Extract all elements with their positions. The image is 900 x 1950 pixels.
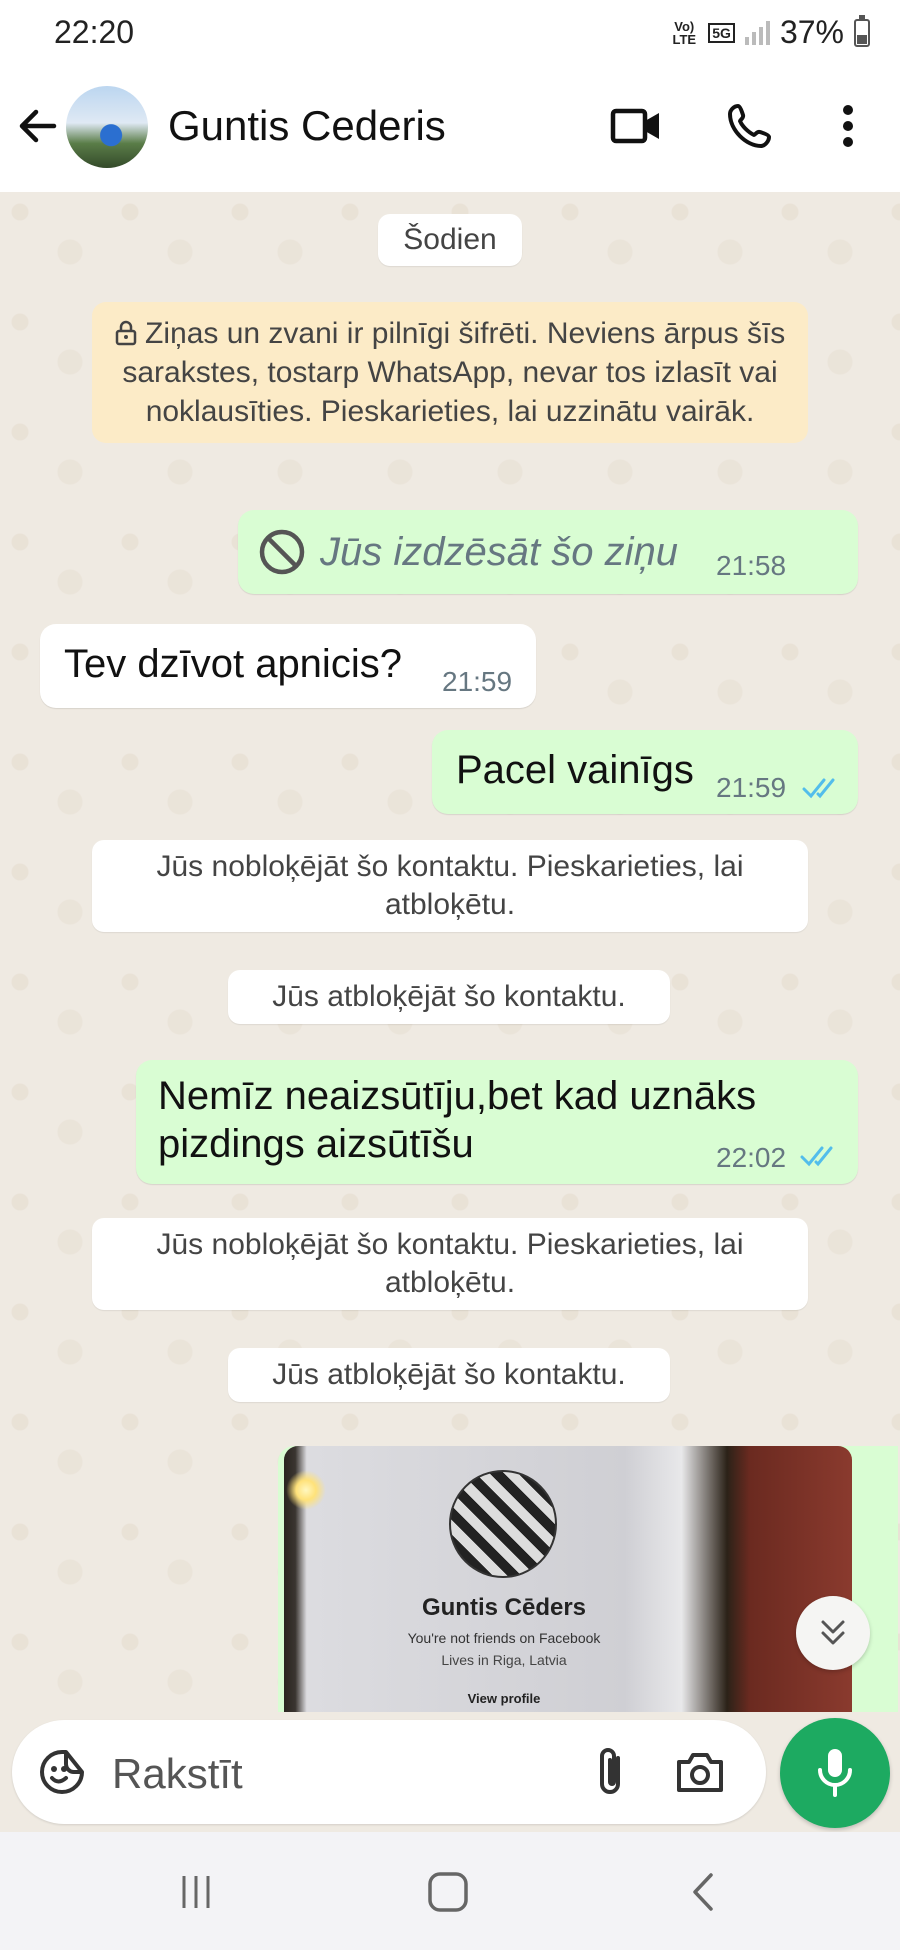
network-type-badge: 5G (708, 22, 735, 43)
status-bar: 22:20 Vo) LTE 5G 37% (0, 0, 900, 66)
message-time: 21:59 (716, 772, 787, 803)
status-time: 22:20 (54, 14, 135, 50)
signal-icon (744, 20, 770, 45)
message-input[interactable]: Rakstīt (12, 1720, 766, 1824)
message-bubble-incoming[interactable]: Tev dzīvot apnicis? 21:59 (40, 624, 536, 708)
message-time: 21:59 (442, 666, 513, 697)
message-input-placeholder[interactable]: Rakstīt (112, 1750, 243, 1798)
message-bubble-outgoing[interactable]: Nemīz neaizsūtīju,bet kad uznāks pizding… (136, 1060, 858, 1184)
message-text: Nemīz neaizsūtīju,bet kad uznāks pizding… (158, 1074, 757, 1166)
battery-icon (854, 14, 870, 47)
recent-apps-icon[interactable] (166, 1862, 226, 1922)
read-ticks-icon (800, 1144, 840, 1168)
microphone-icon (818, 1749, 852, 1797)
photo-line-location: Lives in Riga, Latvia (441, 1652, 567, 1668)
home-icon[interactable] (418, 1862, 478, 1922)
video-call-icon[interactable] (608, 98, 664, 154)
message-text: Pacel vainīgs (456, 748, 694, 792)
encryption-notice[interactable]: Ziņas un zvani ir pilnīgi šifrēti. Nevie… (92, 302, 808, 443)
attach-icon[interactable] (584, 1746, 636, 1798)
encryption-text: Ziņas un zvani ir pilnīgi šifrēti. Nevie… (122, 317, 786, 428)
system-notice-unblocked: Jūs atbloķējāt šo kontaktu. (228, 1348, 670, 1402)
phone-call-icon[interactable] (722, 98, 778, 154)
back-arrow-icon[interactable] (14, 102, 62, 150)
system-navigation-bar (0, 1832, 900, 1950)
photo-profile-picture (449, 1470, 557, 1578)
battery-percentage: 37% (779, 14, 844, 50)
date-label: Šodien (378, 214, 522, 266)
scroll-to-bottom-button[interactable] (796, 1596, 870, 1670)
photo-line-friends: You're not friends on Facebook (407, 1630, 601, 1646)
avatar[interactable] (66, 86, 148, 168)
double-chevron-down-icon (821, 1620, 845, 1645)
contact-name[interactable]: Guntis Cederis (168, 102, 446, 150)
chat-header: Guntis Cederis (0, 66, 900, 192)
more-options-icon[interactable] (820, 98, 876, 154)
message-time: 22:02 (716, 1142, 787, 1173)
sticker-icon[interactable] (36, 1746, 88, 1798)
image-message[interactable]: Guntis Cēders You're not friends on Face… (284, 1446, 852, 1712)
system-notice-blocked[interactable]: Jūs nobloķējāt šo kontaktu. Pieskarietie… (92, 1218, 808, 1310)
compose-bar: Rakstīt (0, 1712, 900, 1832)
system-notice-unblocked: Jūs atbloķējāt šo kontaktu. (228, 970, 670, 1024)
photo-line-view-profile: View profile (467, 1691, 541, 1706)
chat-area[interactable]: Šodien Ziņas un zvani ir pilnīgi šifrēti… (0, 192, 900, 1712)
voice-message-button[interactable] (780, 1718, 890, 1828)
photo-glare (286, 1470, 326, 1510)
back-nav-icon[interactable] (672, 1862, 732, 1922)
read-ticks-icon (802, 776, 842, 800)
message-bubble-outgoing[interactable]: Pacel vainīgs 21:59 (432, 730, 858, 814)
message-text: Tev dzīvot apnicis? (64, 642, 402, 686)
deleted-icon (258, 528, 306, 581)
photo-profile-name: Guntis Cēders (421, 1594, 587, 1621)
lock-icon (115, 317, 145, 350)
volte-icon: Vo) LTE (672, 18, 697, 47)
camera-icon[interactable] (674, 1746, 726, 1798)
status-icons: Vo) LTE 5G 37% (670, 14, 870, 51)
deleted-message-text: Jūs izdzēsāt šo ziņu (320, 530, 678, 574)
system-notice-blocked[interactable]: Jūs nobloķējāt šo kontaktu. Pieskarietie… (92, 840, 808, 932)
message-time: 21:58 (716, 550, 787, 581)
message-bubble-deleted[interactable]: Jūs izdzēsāt šo ziņu 21:58 (238, 510, 858, 594)
